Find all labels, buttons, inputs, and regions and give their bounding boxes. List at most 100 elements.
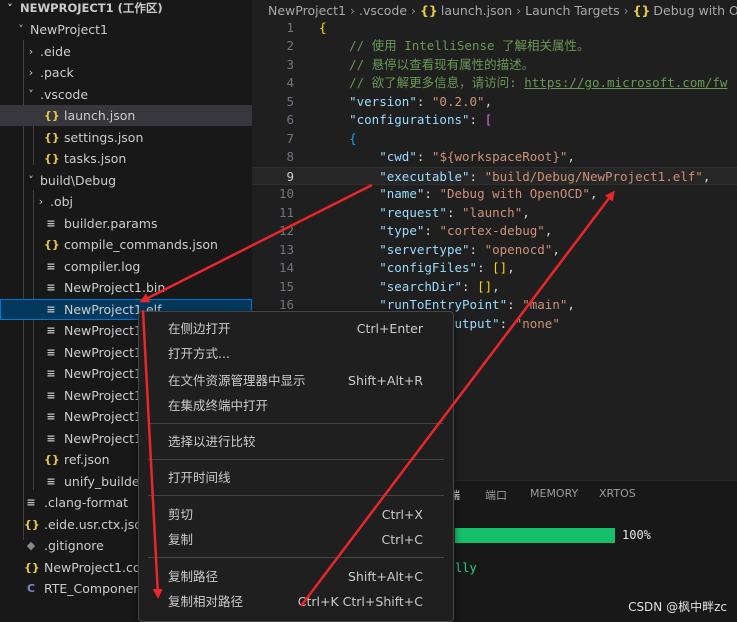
code-token: , [484,93,493,109]
tree-file[interactable]: {} tasks.json [0,148,252,169]
code-text: "request": "launch", [319,204,530,223]
tree-folder[interactable]: › .eide [0,41,252,62]
code-token: : [416,149,432,164]
menu-item[interactable]: 在集成终端中打开 [143,394,449,418]
line-number: 14 [278,260,294,275]
chevron-down-icon: ˅ [18,23,24,36]
code-token: // 欲了解更多信息，请访问: [349,75,525,90]
code-line[interactable]: 15 "searchDir": [], [252,278,737,297]
tree-file[interactable]: {} compile_commands.json [0,234,252,255]
code-line[interactable]: 14 "configFiles": [], [252,259,737,278]
tree-item-label: .obj [50,194,74,209]
code-token: , [544,223,553,238]
menu-item[interactable]: 在文件资源管理器中显示 Shift+Alt+R [143,369,449,393]
tree-file[interactable]: {} settings.json [0,127,252,148]
explorer-header[interactable]: ˅ NEWPROJECT1 (工作区) [0,0,252,19]
code-line[interactable]: 6 "configurations": [ [252,111,737,130]
tree-file[interactable]: ≡ NewProject1.bin [0,277,252,298]
tree-item-label: launch.json [64,108,136,123]
menu-item[interactable]: 复制相对路径 Ctrl+K Ctrl+Shift+C [143,590,449,614]
code-token: // 悬停以查看现有属性的描述。 [349,56,535,72]
lines-file-icon: ≡ [46,281,56,294]
code-token: "main" [522,297,568,312]
code-token: { [319,19,327,35]
lines-file-icon: ≡ [26,496,36,509]
menu-item-shortcut: Ctrl+K Ctrl+Shift+C [297,594,423,609]
tree-file[interactable]: {} launch.json [0,105,252,126]
breadcrumb-item[interactable]: Debug with OpenOC [653,3,737,18]
tree-item-label: .eide [40,43,71,59]
menu-item[interactable]: 剪切 Ctrl+X [143,503,449,527]
line-number: 9 [286,168,294,184]
code-text: "type": "cortex-debug", [319,222,552,241]
code-token: "servertype" [379,241,470,257]
tree-item-label: .pack [40,65,74,80]
line-number: 7 [286,130,294,146]
breadcrumb-item[interactable]: .vscode [359,3,407,18]
code-token: , [702,168,711,184]
code-text: { [319,19,327,38]
code-line[interactable]: 5 "version": "0.2.0", [252,93,737,112]
code-token: "configFiles" [379,260,478,275]
menu-item-label: 打开时间线 [168,470,231,485]
breadcrumb-item[interactable]: Launch Targets [525,3,619,18]
panel-tab-memory[interactable]: MEMORY [530,487,578,500]
menu-item-label: 复制 [168,532,194,547]
menu-item[interactable]: 选择以进行比较 [143,430,449,454]
tree-file[interactable]: ≡ compiler.log [0,256,252,277]
code-line[interactable]: 10 "name": "Debug with OpenOCD", [252,185,737,204]
breadcrumb-item[interactable]: launch.json [441,3,512,18]
tree-file[interactable]: ≡ builder.params [0,213,252,234]
tree-folder[interactable]: ˅ .vscode [0,84,252,105]
tree-folder[interactable]: › .obj [0,191,252,212]
code-line[interactable]: 11 "request": "launch", [252,204,737,223]
tree-folder[interactable]: ˅ build\Debug [0,170,252,191]
menu-item[interactable]: 打开时间线 [143,466,449,490]
tree-item-label: compiler.log [64,258,141,274]
code-line[interactable]: 9 "executable": "build/Debug/NewProject1… [252,166,737,187]
code-token: , [552,241,560,257]
code-line[interactable]: 8 "cwd": "${workspaceRoot}", [252,148,737,167]
tree-item-label: build\Debug [40,172,117,188]
panel-tab-xrtos[interactable]: XRTOS [599,487,636,500]
menu-item-shortcut: Shift+Alt+R [348,373,423,388]
tree-item-label: NewProject1 [30,22,108,37]
explorer-header-label: NEWPROJECT1 (工作区) [20,1,163,15]
chevron-down-icon: ˅ [28,87,34,101]
code-text: "configFiles": [], [319,259,515,278]
code-line[interactable]: 4 // 欲了解更多信息，请访问: https://go.microsoft.c… [252,74,737,93]
code-token: "cwd" [379,149,417,164]
tree-item-label: .vscode [40,86,89,102]
code-text: "searchDir": [], [319,278,499,297]
line-number: 6 [286,112,294,127]
lines-file-icon: ≡ [46,367,56,380]
code-line[interactable]: 13 "servertype": "openocd", [252,241,737,260]
code-line[interactable]: 12 "type": "cortex-debug", [252,222,737,241]
breadcrumb-separator-icon: › [411,3,417,18]
breadcrumb-separator-icon: › [516,3,522,18]
tree-item-label: RTE_Components [44,581,153,596]
code-token: "executable" [379,168,470,184]
code-text: "executable": "build/Debug/NewProject1.e… [319,168,710,187]
json-braces-icon: {} [420,3,438,18]
tree-folder[interactable]: ˅ NewProject1 [0,19,252,40]
panel-tab-ports[interactable]: 端口 [485,487,507,503]
code-line[interactable]: 3 // 悬停以查看现有属性的描述。 [252,56,737,75]
code-token: "cortex-debug" [439,223,545,238]
menu-item[interactable]: 打开方式... [143,342,449,366]
tree-folder[interactable]: › .pack [0,62,252,83]
breadcrumb-item[interactable]: NewProject1 [268,3,346,18]
menu-item[interactable]: 在侧边打开 Ctrl+Enter [143,317,449,341]
code-line[interactable]: 7 { [252,130,737,149]
menu-item[interactable]: 复制路径 Shift+Alt+C [143,565,449,589]
code-text: // 使用 IntelliSense 了解相关属性。 [319,37,589,56]
line-number: 5 [286,93,294,109]
code-line[interactable]: 1{ [252,19,737,38]
line-number: 11 [278,204,294,220]
menu-item[interactable]: 复制 Ctrl+C [143,528,449,552]
code-line[interactable]: 2 // 使用 IntelliSense 了解相关属性。 [252,37,737,56]
